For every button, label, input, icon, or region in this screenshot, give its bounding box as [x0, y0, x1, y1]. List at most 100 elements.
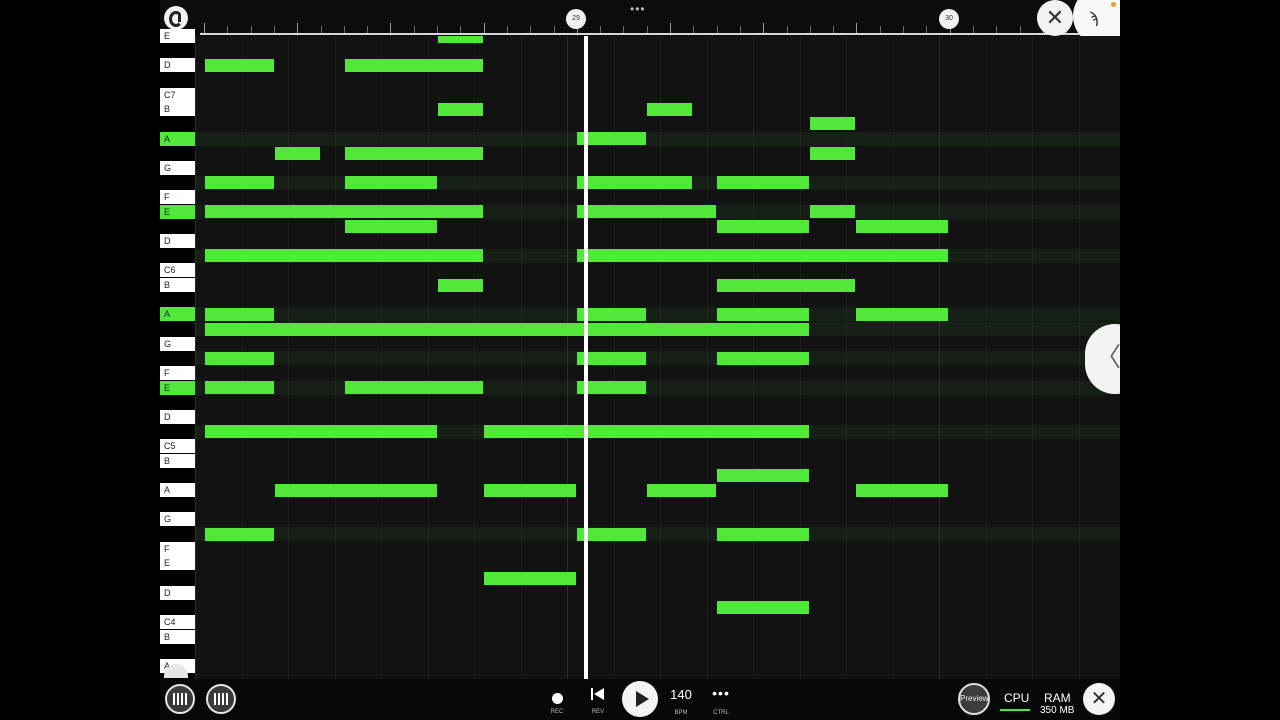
piano-key[interactable]: E [160, 556, 195, 571]
record-label: REC [550, 709, 564, 715]
piano-key[interactable]: A [160, 307, 195, 322]
timeline-tick [297, 23, 299, 33]
playhead[interactable] [584, 36, 589, 679]
midi-note[interactable] [205, 176, 274, 189]
instrument-settings-button[interactable] [206, 684, 236, 714]
piano-key[interactable]: C4 [160, 615, 195, 629]
midi-note[interactable] [577, 176, 693, 189]
midi-note[interactable] [205, 381, 274, 395]
mixer-button[interactable] [165, 684, 195, 714]
midi-note[interactable] [484, 483, 576, 497]
piano-key[interactable]: D [160, 585, 195, 600]
midi-note[interactable] [205, 322, 809, 336]
piano-key[interactable]: E [160, 204, 195, 219]
midi-note[interactable] [716, 219, 809, 233]
piano-key[interactable]: E [160, 380, 195, 395]
midi-note[interactable] [344, 176, 437, 189]
midi-note[interactable] [205, 205, 483, 219]
preview-button[interactable]: Preview [958, 683, 990, 715]
piano-key[interactable]: B [160, 102, 195, 117]
piano-key[interactable]: A [160, 131, 195, 146]
midi-note[interactable] [809, 146, 855, 160]
midi-note[interactable] [716, 600, 809, 614]
midi-note[interactable] [344, 381, 483, 395]
midi-note[interactable] [205, 249, 483, 263]
piano-keyboard[interactable]: E D C7 B A G F E D C6 B A G F E D C5 B A G F E D C4 B A [160, 29, 195, 679]
bpm-control[interactable]: 140 BPM [666, 682, 696, 718]
piano-key[interactable]: F [160, 365, 195, 380]
rewind-button[interactable]: REV [587, 679, 609, 715]
timeline-tick [833, 26, 835, 33]
note-grid[interactable] [195, 36, 1120, 679]
midi-note[interactable] [716, 176, 809, 189]
midi-note[interactable] [205, 58, 274, 72]
piano-key[interactable]: G [160, 512, 195, 527]
row-highlight [195, 527, 1120, 542]
midi-note[interactable] [809, 117, 855, 131]
midi-note[interactable] [274, 146, 321, 160]
midi-note[interactable] [205, 351, 274, 365]
piano-key[interactable]: D [160, 234, 195, 249]
midi-note[interactable] [716, 351, 809, 365]
timeline-tick [1019, 26, 1021, 33]
keys-settings-icon [214, 693, 228, 705]
midi-note[interactable] [484, 571, 576, 585]
drag-handle-icon[interactable]: ••• [630, 3, 646, 15]
midi-note[interactable] [274, 483, 437, 497]
piano-key[interactable]: A [160, 483, 195, 498]
midi-note[interactable] [646, 483, 716, 497]
midi-note[interactable] [205, 425, 437, 439]
timeline-tick [763, 23, 765, 33]
piano-key[interactable]: B [160, 629, 195, 644]
piano-key[interactable]: G [160, 160, 195, 175]
close-button[interactable]: ✕ [1083, 683, 1115, 715]
midi-note[interactable] [344, 58, 483, 72]
midi-note[interactable] [856, 307, 948, 321]
midi-note[interactable] [344, 219, 437, 233]
midi-note[interactable] [205, 307, 274, 321]
piano-key[interactable]: D [160, 409, 195, 424]
midi-note[interactable] [437, 278, 483, 292]
bar-marker-29[interactable]: 29 [566, 9, 586, 29]
logo-dot [1111, 2, 1116, 7]
play-button[interactable] [622, 681, 658, 717]
midi-note[interactable] [484, 425, 809, 439]
magnet-icon[interactable] [164, 6, 188, 30]
midi-note[interactable] [856, 219, 948, 233]
piano-key[interactable]: C5 [160, 439, 195, 454]
midi-note[interactable] [577, 249, 948, 263]
timeline-tick [646, 26, 648, 33]
piano-key[interactable]: B [160, 278, 195, 293]
record-button[interactable]: REC [546, 685, 568, 715]
record-icon [552, 693, 563, 704]
piano-key[interactable]: C6 [160, 263, 195, 278]
timeline-tick [903, 26, 904, 33]
piano-key[interactable]: G [160, 336, 195, 351]
midi-note[interactable] [205, 527, 274, 541]
midi-note[interactable] [716, 307, 809, 321]
piano-key[interactable]: E [160, 29, 195, 43]
ctrl-label: CTRL [713, 710, 729, 716]
midi-note[interactable] [809, 205, 855, 219]
rewind-label: REV [591, 709, 605, 715]
midi-note[interactable] [646, 102, 693, 116]
midi-note[interactable] [716, 527, 809, 541]
midi-note[interactable] [856, 483, 948, 497]
timeline-tick [926, 26, 928, 33]
piano-key[interactable]: F [160, 190, 195, 205]
ctrl-button[interactable]: ••• CTRL [706, 682, 736, 718]
midi-note[interactable] [344, 146, 483, 160]
close-editor-button[interactable]: ✕ [1037, 0, 1073, 36]
midi-note[interactable] [716, 469, 809, 482]
timeline-ruler[interactable]: ••• 29 30 ✕ ϡ [160, 0, 1120, 46]
play-icon [636, 691, 649, 707]
piano-key[interactable]: F [160, 541, 195, 556]
piano-key[interactable]: B [160, 453, 195, 468]
piano-key[interactable]: C7 [160, 87, 195, 102]
midi-note[interactable] [716, 278, 855, 292]
midi-note[interactable] [577, 205, 716, 219]
bar-marker-30[interactable]: 30 [939, 9, 959, 29]
piano-key[interactable]: D [160, 58, 195, 73]
midi-note[interactable] [437, 102, 483, 116]
midi-note[interactable] [437, 36, 483, 43]
